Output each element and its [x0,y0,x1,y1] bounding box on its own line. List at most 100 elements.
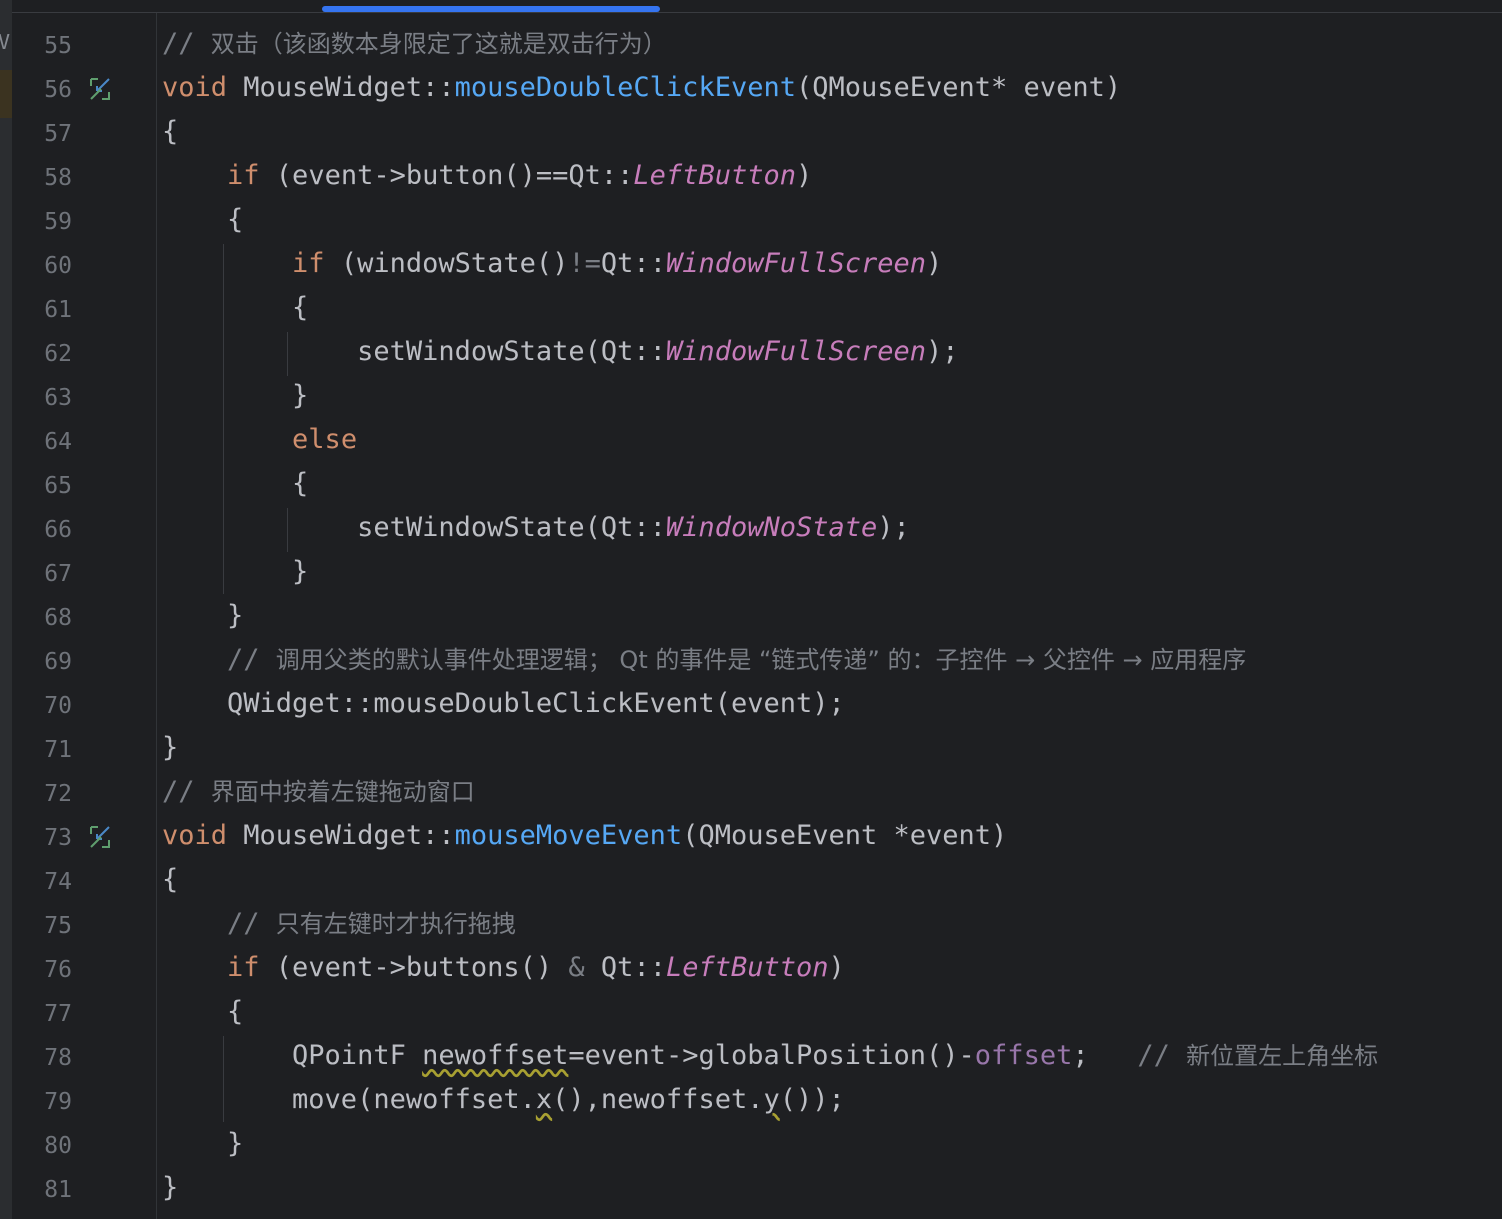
code-line[interactable]: 55 // 双击（该函数本身限定了这就是双击行为） [0,22,1502,66]
line-number[interactable]: 73 [12,826,72,850]
code-line[interactable]: 64 else [0,418,1502,462]
code-line[interactable]: 79 move(newoffset.x(),newoffset.y()); [0,1078,1502,1122]
code-token: & [568,952,585,983]
code-text[interactable]: move(newoffset.x(),newoffset.y()); [162,1084,845,1116]
line-number[interactable]: 68 [12,606,72,630]
line-number[interactable]: 70 [12,694,72,718]
line-number[interactable]: 81 [12,1178,72,1202]
line-number[interactable]: 66 [12,518,72,542]
code-token: // [162,644,276,675]
code-token: (event->buttons() [259,952,569,983]
code-line[interactable]: 57 { [0,110,1502,154]
code-text[interactable]: } [162,380,308,412]
code-line[interactable]: 65 { [0,462,1502,506]
code-text[interactable]: // 界面中按着左键拖动窗口 [162,776,475,808]
code-line[interactable]: 76 if (event->buttons() & Qt::LeftButton… [0,946,1502,990]
code-text[interactable]: } [162,1128,243,1160]
code-text[interactable]: { [162,996,243,1028]
code-text[interactable]: // 只有左键时才执行拖拽 [162,908,516,940]
code-token: y [763,1084,780,1115]
code-line[interactable]: 71} [0,726,1502,770]
code-line[interactable]: 73 void MouseWidget::mouseMoveEvent(QMous… [0,814,1502,858]
line-number[interactable]: 77 [12,1002,72,1026]
code-line[interactable]: 63 } [0,374,1502,418]
line-number[interactable]: 69 [12,650,72,674]
code-token: else [292,424,358,455]
code-token: newoffset [422,1040,569,1071]
code-token: 新位置左上角坐标 [1186,1042,1379,1070]
line-number[interactable]: 63 [12,386,72,410]
code-token: 只有左键时才执行拖拽 [275,910,516,938]
code-line[interactable]: 59 { [0,198,1502,242]
line-number[interactable]: 78 [12,1046,72,1070]
implements-icon[interactable] [87,76,113,102]
code-text[interactable]: } [162,600,243,632]
line-number[interactable]: 64 [12,430,72,454]
code-line[interactable]: 72 // 界面中按着左键拖动窗口 [0,770,1502,814]
line-number[interactable]: 57 [12,122,72,146]
code-token: // [162,776,211,807]
code-text[interactable]: else [162,424,357,456]
code-text[interactable]: { [162,864,178,896]
line-number[interactable]: 75 [12,914,72,938]
code-line[interactable]: 74 { [0,858,1502,902]
code-text[interactable]: setWindowState(Qt::WindowFullScreen); [162,336,958,368]
code-token: MouseWidget:: [227,820,455,851]
code-text[interactable]: } [162,556,308,588]
code-token: // [1137,1040,1187,1071]
line-number[interactable]: 62 [12,342,72,366]
code-token: } [162,1172,179,1203]
code-text[interactable]: if (event->buttons() & Qt::LeftButton) [162,952,845,984]
line-number[interactable]: 61 [12,298,72,322]
code-line[interactable]: 56 void MouseWidget::mouseDoubleClickEven… [0,66,1502,110]
line-number[interactable]: 59 [12,210,72,234]
line-number[interactable]: 58 [12,166,72,190]
line-number[interactable]: 79 [12,1090,72,1114]
code-text[interactable]: { [162,116,178,148]
code-line[interactable]: 80 } [0,1122,1502,1166]
line-number[interactable]: 60 [12,254,72,278]
code-line[interactable]: 66 setWindowState(Qt::WindowNoState); [0,506,1502,550]
code-line[interactable]: 62 setWindowState(Qt::WindowFullScreen); [0,330,1502,374]
code-text[interactable]: } [162,1172,178,1204]
line-number[interactable]: 55 [12,34,72,58]
code-line[interactable]: 61 { [0,286,1502,330]
code-text[interactable]: { [162,292,308,324]
code-text[interactable]: void MouseWidget::mouseMoveEvent(QMouseE… [162,820,1007,852]
line-number[interactable]: 74 [12,870,72,894]
code-text[interactable]: { [162,204,243,236]
code-line[interactable]: 68 } [0,594,1502,638]
code-text[interactable]: // 双击（该函数本身限定了这就是双击行为） [162,28,667,60]
code-token: ) [795,160,813,191]
line-number[interactable]: 72 [12,782,72,806]
code-text[interactable]: { [162,468,308,500]
code-line[interactable]: 58 if (event->button()==Qt::LeftButton) [0,154,1502,198]
code-text[interactable]: QPointF newoffset=event->globalPosition(… [162,1040,1378,1072]
line-number[interactable]: 71 [12,738,72,762]
code-token: (),newoffset. [552,1084,764,1115]
code-token: ) [926,248,943,279]
implements-icon[interactable] [87,824,113,850]
line-number[interactable]: 67 [12,562,72,586]
code-line[interactable]: 75 // 只有左键时才执行拖拽 [0,902,1502,946]
code-text[interactable]: void MouseWidget::mouseDoubleClickEvent(… [162,72,1121,104]
line-number[interactable]: 80 [12,1134,72,1158]
line-number[interactable]: 65 [12,474,72,498]
code-line[interactable]: 69 // 调用父类的默认事件处理逻辑； Qt 的事件是 “链式传递” 的：子控… [0,638,1502,682]
code-line[interactable]: 81} [0,1166,1502,1210]
code-line[interactable]: 67 } [0,550,1502,594]
code-text[interactable]: } [162,732,178,764]
code-token: MouseWidget:: [227,72,455,103]
code-line[interactable]: 70 QWidget::mouseDoubleClickEvent(event)… [0,682,1502,726]
code-text[interactable]: setWindowState(Qt::WindowNoState); [162,512,910,544]
line-number[interactable]: 56 [12,78,72,102]
active-tab-indicator[interactable] [322,6,660,12]
code-text[interactable]: // 调用父类的默认事件处理逻辑； Qt 的事件是 “链式传递” 的：子控件 →… [162,644,1246,676]
code-text[interactable]: QWidget::mouseDoubleClickEvent(event); [162,688,845,720]
code-line[interactable]: 77 { [0,990,1502,1034]
code-line[interactable]: 78 QPointF newoffset=event->globalPositi… [0,1034,1502,1078]
code-text[interactable]: if (event->button()==Qt::LeftButton) [162,160,812,192]
code-text[interactable]: if (windowState()!=Qt::WindowFullScreen) [162,248,942,280]
code-line[interactable]: 60 if (windowState()!=Qt::WindowFullScre… [0,242,1502,286]
line-number[interactable]: 76 [12,958,72,982]
